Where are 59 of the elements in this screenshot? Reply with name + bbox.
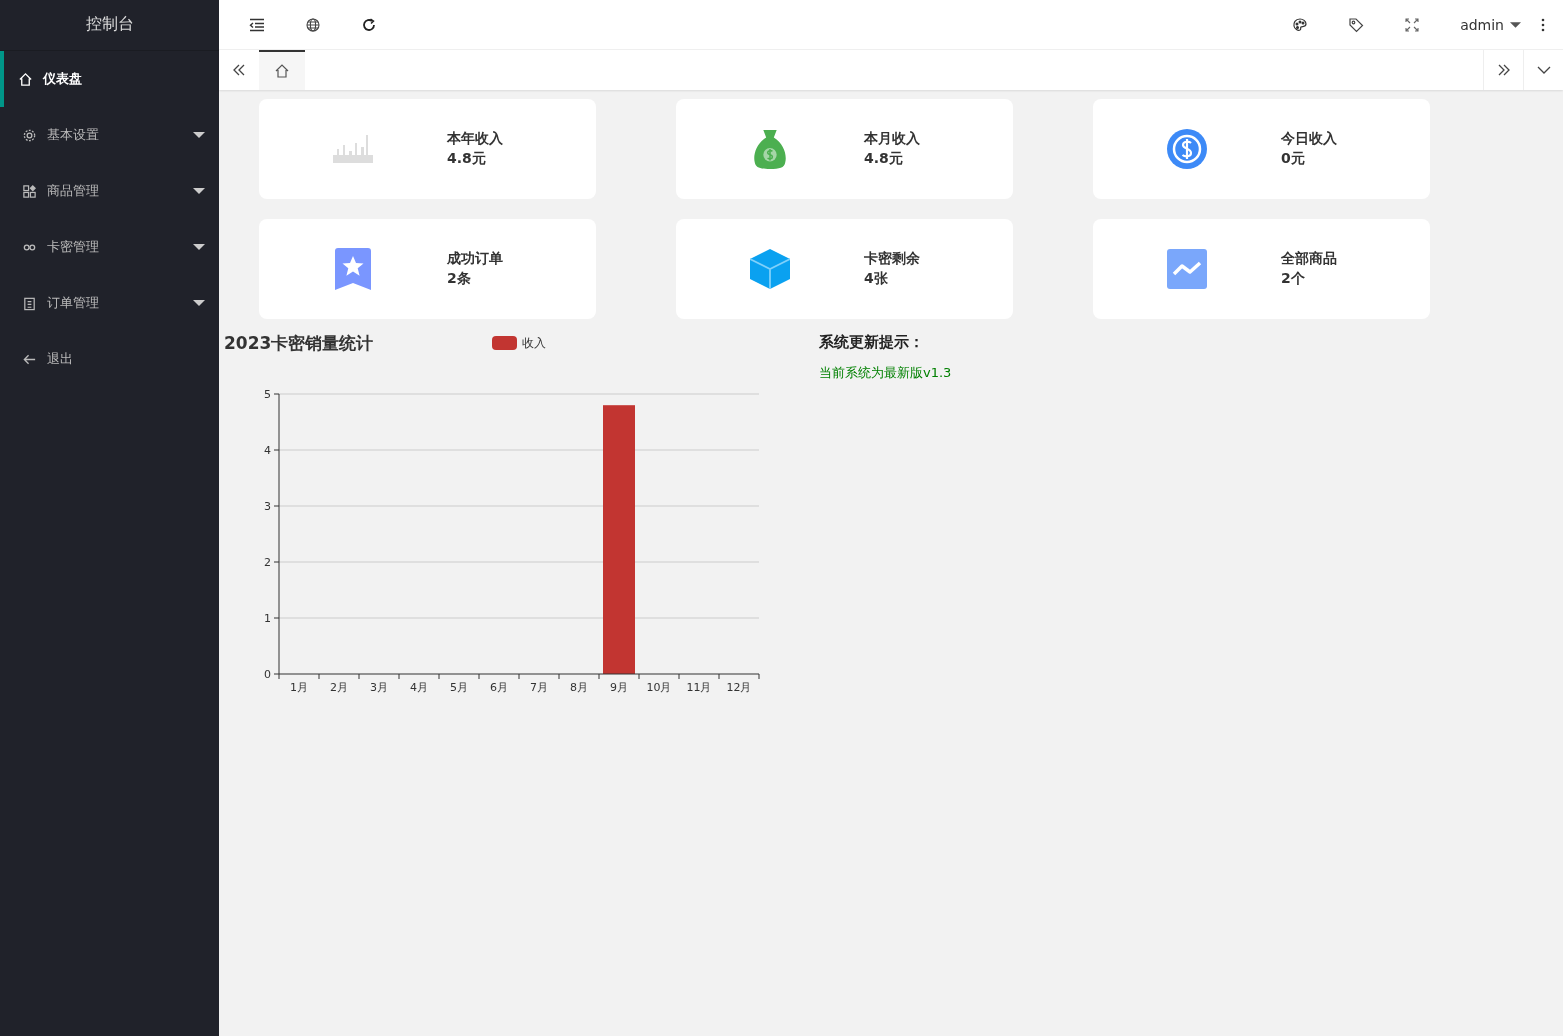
more-icon[interactable]	[1541, 16, 1545, 33]
stat-label: 本年收入	[447, 130, 503, 148]
tag-icon[interactable]	[1348, 16, 1365, 33]
stat-label: 本月收入	[864, 130, 920, 148]
user-menu[interactable]: admin	[1460, 16, 1521, 33]
home-tab[interactable]	[259, 50, 305, 90]
stat-label: 全部商品	[1281, 250, 1337, 268]
globe-icon[interactable]	[305, 16, 321, 33]
stat-value: 2个	[1281, 270, 1306, 288]
chart-title: 2023卡密销量统计	[224, 331, 375, 355]
stat-value: 4.8元	[864, 150, 904, 168]
home-icon	[274, 63, 290, 79]
stat-value: 2条	[447, 270, 472, 288]
stat-label: 成功订单	[447, 250, 503, 268]
stat-label: 卡密剩余	[864, 250, 920, 268]
x-tick-label: 2月	[330, 681, 348, 694]
y-tick-label: 2	[264, 556, 271, 569]
grid-icon	[22, 183, 37, 199]
x-tick-label: 9月	[610, 681, 628, 694]
clipboard-icon	[22, 295, 37, 311]
x-tick-label: 8月	[570, 681, 588, 694]
stat-value: 4.8元	[447, 150, 487, 168]
x-tick-label: 4月	[410, 681, 428, 694]
y-tick-label: 0	[264, 668, 271, 681]
x-tick-label: 5月	[450, 681, 468, 694]
palette-icon[interactable]	[1292, 16, 1309, 33]
dollar-coin-icon	[1167, 128, 1207, 170]
x-tick-label: 10月	[646, 681, 672, 694]
x-tick-label: 3月	[370, 681, 388, 694]
cube-icon	[750, 248, 790, 290]
home-icon	[18, 71, 33, 87]
caret-icon	[1510, 21, 1521, 28]
x-tick-label: 1月	[290, 681, 308, 694]
stat-value: 4张	[864, 270, 889, 288]
y-tick-label: 1	[264, 612, 271, 625]
double-chevron-left-icon	[231, 62, 247, 78]
sidebar-item[interactable]: 退出	[0, 331, 219, 387]
x-tick-label: 12月	[726, 681, 752, 694]
star-bookmark-icon	[333, 248, 373, 290]
sidebar-item[interactable]: 商品管理	[0, 163, 219, 219]
notice-message: 当前系统为最新版v1.3	[819, 364, 952, 382]
refresh-icon[interactable]	[361, 16, 377, 33]
gear-icon	[22, 127, 37, 143]
y-tick-label: 4	[264, 444, 271, 457]
menu-icon[interactable]	[249, 16, 265, 33]
x-tick-label: 7月	[530, 681, 548, 694]
x-tick-label: 6月	[490, 681, 508, 694]
x-tick-label: 11月	[686, 681, 712, 694]
notice-title: 系统更新提示：	[819, 333, 925, 352]
fullscreen-icon[interactable]	[1404, 16, 1421, 33]
y-tick-label: 3	[264, 500, 271, 513]
stat-value: 0元	[1281, 150, 1306, 168]
sidebar-item[interactable]: 订单管理	[0, 275, 219, 331]
trend-chart-icon	[1167, 248, 1207, 290]
legend-label: 收入	[522, 334, 546, 352]
y-tick-label: 5	[264, 388, 271, 401]
stat-label: 今日收入	[1281, 130, 1337, 148]
sidebar-item[interactable]: 基本设置	[0, 107, 219, 163]
sidebar-item[interactable]: 卡密管理	[0, 219, 219, 275]
